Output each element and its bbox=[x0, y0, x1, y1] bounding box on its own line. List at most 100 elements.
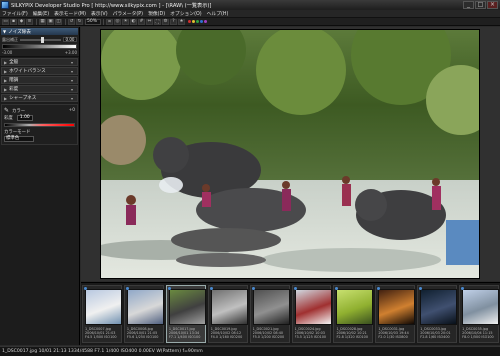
thumbnail-image[interactable] bbox=[420, 289, 458, 325]
menu-file[interactable]: ファイル(F) bbox=[2, 10, 28, 17]
menu-develop[interactable]: 現像(D) bbox=[148, 10, 165, 17]
minimize-button[interactable]: _ bbox=[463, 1, 474, 9]
menu-help[interactable]: ヘルプ(H) bbox=[207, 10, 229, 17]
section-sharpness[interactable]: ▶ シャープネス ▾ bbox=[1, 94, 78, 102]
thumbnail-image[interactable] bbox=[378, 289, 416, 325]
label-dot-purple[interactable] bbox=[204, 20, 207, 23]
label-dot-yellow[interactable] bbox=[192, 20, 195, 23]
thumbnail-image[interactable] bbox=[85, 289, 122, 325]
thumbnail-caption: 1_DSC0021.jpg 2006/10/02 08:40 F5.0 1/200 … bbox=[253, 327, 292, 339]
section-white-balance[interactable]: ▶ ホワイトバランス ▾ bbox=[1, 67, 78, 75]
thumbnail[interactable]: 1_DSC0021.jpg 2006/10/02 08:40 F5.0 1/200 … bbox=[249, 285, 292, 343]
dropdown-arrow-icon[interactable]: ▾ bbox=[71, 87, 77, 92]
thumbnail-image[interactable] bbox=[126, 289, 164, 325]
settings-icon[interactable]: ⚙ bbox=[162, 18, 169, 25]
photo-illustration bbox=[101, 30, 479, 278]
thumbnail[interactable]: 1_DSC0031.jpg 2006/10/03 19:44 F2.0 1/30 I… bbox=[375, 285, 416, 343]
elephants-bathing-photo[interactable] bbox=[100, 29, 480, 279]
menu-edit[interactable]: 編集(E) bbox=[33, 10, 49, 17]
thumbnail[interactable]: 1_DSC0007.jpg 2006/10/01 21:03 F4.5 1/500 … bbox=[82, 285, 122, 343]
thumbnail[interactable]: 1_DSC0024.jpg 2006/10/02 10:03 F3.5 1/125 … bbox=[291, 285, 332, 343]
status-bar: 1_DSC0017.jpg 10/01 21:13 1334/4588 F7.1… bbox=[0, 346, 500, 356]
maximize-button[interactable]: □ bbox=[475, 1, 486, 9]
grid-icon[interactable]: # bbox=[138, 18, 145, 25]
saturation-input[interactable]: 1.00 bbox=[16, 114, 33, 121]
dropdown-arrow-icon[interactable]: ▾ bbox=[71, 60, 77, 65]
thumbnail-image[interactable] bbox=[294, 289, 332, 325]
thumbnail[interactable]: 1_DSC0017.jpg 2006/10/01 13:34 F7.1 1/400 … bbox=[165, 285, 206, 343]
section-saturation[interactable]: ▶ 彩度 ▾ bbox=[1, 85, 78, 93]
thumbnail-caption: 1_DSC0033.jpg 2006/10/03 20:01 F2.8 1/60 I… bbox=[420, 327, 459, 339]
section-label: 全般 bbox=[9, 60, 19, 65]
thumbnail-image[interactable] bbox=[462, 289, 500, 325]
dropdown-arrow-icon[interactable]: ▾ bbox=[71, 96, 77, 101]
menu-options[interactable]: オプション(O) bbox=[170, 10, 202, 17]
thumbnail-caption: 1_DSC0019.jpg 2006/10/02 08:12 F4.0 1/160 … bbox=[211, 327, 250, 339]
crop-icon[interactable]: ⌗ bbox=[106, 18, 113, 25]
develop-icon[interactable]: ◆ bbox=[18, 18, 25, 25]
label-dot-green[interactable] bbox=[196, 20, 199, 23]
label-dot-red[interactable] bbox=[188, 20, 191, 23]
help-icon[interactable]: ? bbox=[170, 18, 177, 25]
highlight-warning-icon[interactable]: ☀ bbox=[122, 18, 129, 25]
shadow-warning-icon[interactable]: ◐ bbox=[130, 18, 137, 25]
thumbnail[interactable]: 1_DSC0028.jpg 2006/10/02 10:21 F2.8 1/320 … bbox=[333, 285, 374, 343]
expand-arrow-icon: ▶ bbox=[4, 77, 8, 83]
preview-view-icon[interactable]: ▣ bbox=[47, 18, 54, 25]
dropdown-arrow-icon[interactable]: ▾ bbox=[71, 78, 77, 83]
thumbnail-caption-line: F2.8 1/60 ISO400 bbox=[420, 335, 450, 339]
section-tone[interactable]: ▶ 階調 ▾ bbox=[1, 76, 78, 84]
zoom-select[interactable]: 50% bbox=[85, 18, 101, 25]
save-icon[interactable]: ▪ bbox=[10, 18, 17, 25]
menu-display-mode[interactable]: 表示モード(M) bbox=[54, 10, 86, 17]
thumbnail-badge-icon bbox=[209, 287, 213, 290]
thumbnail-image[interactable] bbox=[210, 289, 248, 325]
spot-icon[interactable]: ◎ bbox=[114, 18, 121, 25]
thumbnail-caption-line: F4.0 1/160 ISO200 bbox=[210, 335, 243, 339]
section-general[interactable]: ▶ 全般 ▾ bbox=[1, 58, 78, 66]
expand-arrow-icon: ▶ bbox=[4, 86, 8, 92]
thumbnail[interactable]: 1_DSC0019.jpg 2006/10/02 08:12 F4.0 1/160 … bbox=[207, 285, 250, 343]
thumbnail-image[interactable] bbox=[168, 289, 206, 325]
exposure-slider-thumb[interactable] bbox=[40, 36, 44, 43]
section-label: シャープネス bbox=[9, 96, 37, 101]
expand-arrow-icon: ▶ bbox=[4, 59, 8, 65]
saturation-slider[interactable] bbox=[4, 123, 75, 127]
menu-parameters[interactable]: パラメータ(P) bbox=[113, 10, 143, 17]
thumbnail-caption-line: F3.5 1/125 ISO100 bbox=[294, 335, 327, 339]
thumbnail-caption-line: F7.1 1/400 ISO100 bbox=[168, 335, 201, 339]
close-button[interactable]: × bbox=[487, 1, 498, 9]
panel-header[interactable]: ▼ ノイズ除去 bbox=[1, 28, 78, 35]
compare-icon[interactable]: ⇔ bbox=[146, 18, 153, 25]
eyedropper-icon[interactable]: ✎ bbox=[4, 107, 10, 114]
thumbnail-view-icon[interactable]: ▦ bbox=[39, 18, 46, 25]
label-dot-blue[interactable] bbox=[200, 20, 203, 23]
menu-view[interactable]: 表示(V) bbox=[91, 10, 108, 17]
window-title: SILKYPIX Developer Studio Pro [ http://w… bbox=[11, 2, 212, 9]
color-mode-select[interactable]: 標準色 bbox=[4, 136, 34, 142]
saturation-label: 彩度 bbox=[4, 115, 13, 121]
thumbnail-caption-line: F4.5 1/500 ISO100 bbox=[85, 335, 117, 339]
open-folder-icon[interactable]: ▭ bbox=[2, 18, 9, 25]
thumbnail-caption-line: F5.0 1/200 ISO200 bbox=[252, 335, 285, 339]
exposure-slider[interactable] bbox=[20, 36, 61, 43]
thumbnail[interactable]: 1_DSC0035.jpg 2006/10/04 11:15 F8.0 1/500 … bbox=[459, 285, 500, 343]
dropdown-arrow-icon[interactable]: ▾ bbox=[71, 69, 77, 74]
combined-view-icon[interactable]: ◫ bbox=[55, 18, 62, 25]
section-label: ホワイトバランス bbox=[9, 69, 46, 74]
panel-header-label: ノイズ除去 bbox=[8, 29, 31, 35]
exposure-value[interactable]: 0.00 bbox=[63, 37, 77, 42]
rotate-left-icon[interactable]: ↺ bbox=[68, 18, 75, 25]
thumbnail[interactable]: 1_DSC0033.jpg 2006/10/03 20:01 F2.8 1/60 I… bbox=[417, 285, 459, 343]
color-label-dots bbox=[188, 20, 207, 23]
star-icon[interactable]: ★ bbox=[178, 18, 185, 25]
toolbar-divider bbox=[103, 18, 104, 25]
rotate-right-icon[interactable]: ↻ bbox=[76, 18, 83, 25]
thumbnail-badge-icon bbox=[167, 287, 171, 290]
batch-icon[interactable]: ≡ bbox=[26, 18, 33, 25]
thumbnail-image[interactable] bbox=[252, 289, 290, 325]
section-label: 階調 bbox=[9, 78, 19, 83]
thumbnail-image[interactable] bbox=[336, 289, 374, 325]
thumbnail[interactable]: 1_DSC0008.jpg 2006/10/01 21:05 F5.6 1/250 … bbox=[123, 285, 164, 343]
fullscreen-icon[interactable]: ⛶ bbox=[154, 18, 161, 25]
